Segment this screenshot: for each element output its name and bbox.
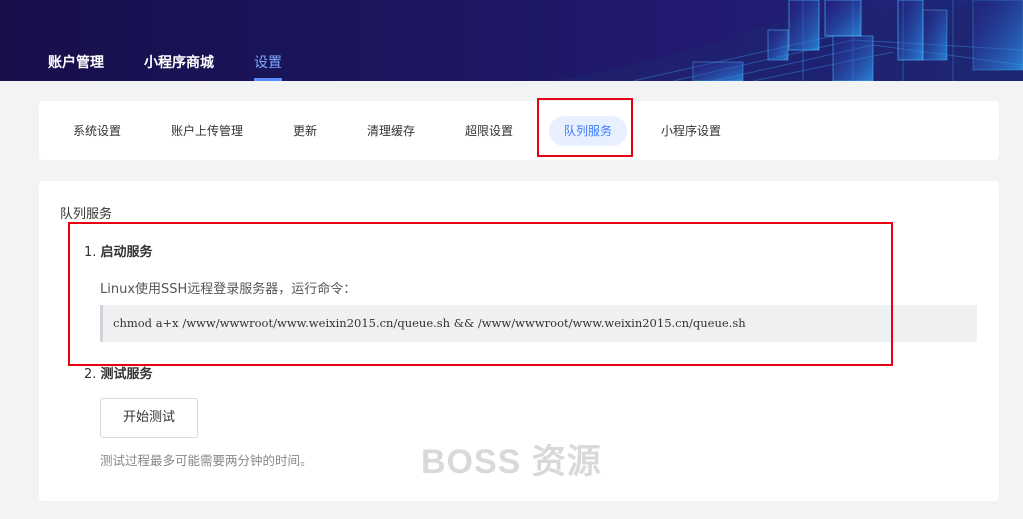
step-1-number: 1. [84, 245, 97, 260]
settings-tabs-bar: 系统设置 账户上传管理 更新 清理缓存 超限设置 队列服务 小程序设置 [39, 101, 999, 160]
step-1-description: Linux使用SSH远程登录服务器，运行命令： [100, 282, 357, 297]
step-2-title: 2. 测试服务 [84, 363, 153, 382]
tab-mini-program-settings[interactable]: 小程序设置 [646, 116, 736, 146]
test-duration-note: 测试过程最多可能需要两分钟的时间。 [100, 453, 313, 468]
nav-item-settings[interactable]: 设置 [254, 52, 282, 81]
step-2-label: 测试服务 [100, 367, 153, 382]
tab-queue-service[interactable]: 队列服务 [549, 116, 628, 146]
tab-system-settings[interactable]: 系统设置 [58, 116, 136, 146]
nav-item-account-management[interactable]: 账户管理 [48, 52, 104, 81]
tab-update[interactable]: 更新 [278, 116, 332, 146]
step-1-label: 启动服务 [100, 245, 153, 260]
main-nav: 账户管理 小程序商城 设置 [48, 52, 282, 81]
command-code-block[interactable]: chmod a+x /www/wwwroot/www.weixin2015.cn… [100, 305, 977, 342]
tab-limit-settings[interactable]: 超限设置 [450, 116, 528, 146]
nav-item-mini-program-mall[interactable]: 小程序商城 [144, 52, 214, 81]
queue-service-panel: 队列服务 1. 启动服务 Linux使用SSH远程登录服务器，运行命令： chm… [39, 181, 999, 501]
section-title: 队列服务 [60, 207, 113, 222]
step-1-title: 1. 启动服务 [84, 241, 153, 260]
start-test-button[interactable]: 开始测试 [100, 398, 198, 438]
step-2-number: 2. [84, 367, 97, 382]
header-decoration-graphic [553, 0, 1023, 81]
top-header: 账户管理 小程序商城 设置 [0, 0, 1023, 81]
tab-account-upload-management[interactable]: 账户上传管理 [156, 116, 258, 146]
tab-clear-cache[interactable]: 清理缓存 [352, 116, 430, 146]
